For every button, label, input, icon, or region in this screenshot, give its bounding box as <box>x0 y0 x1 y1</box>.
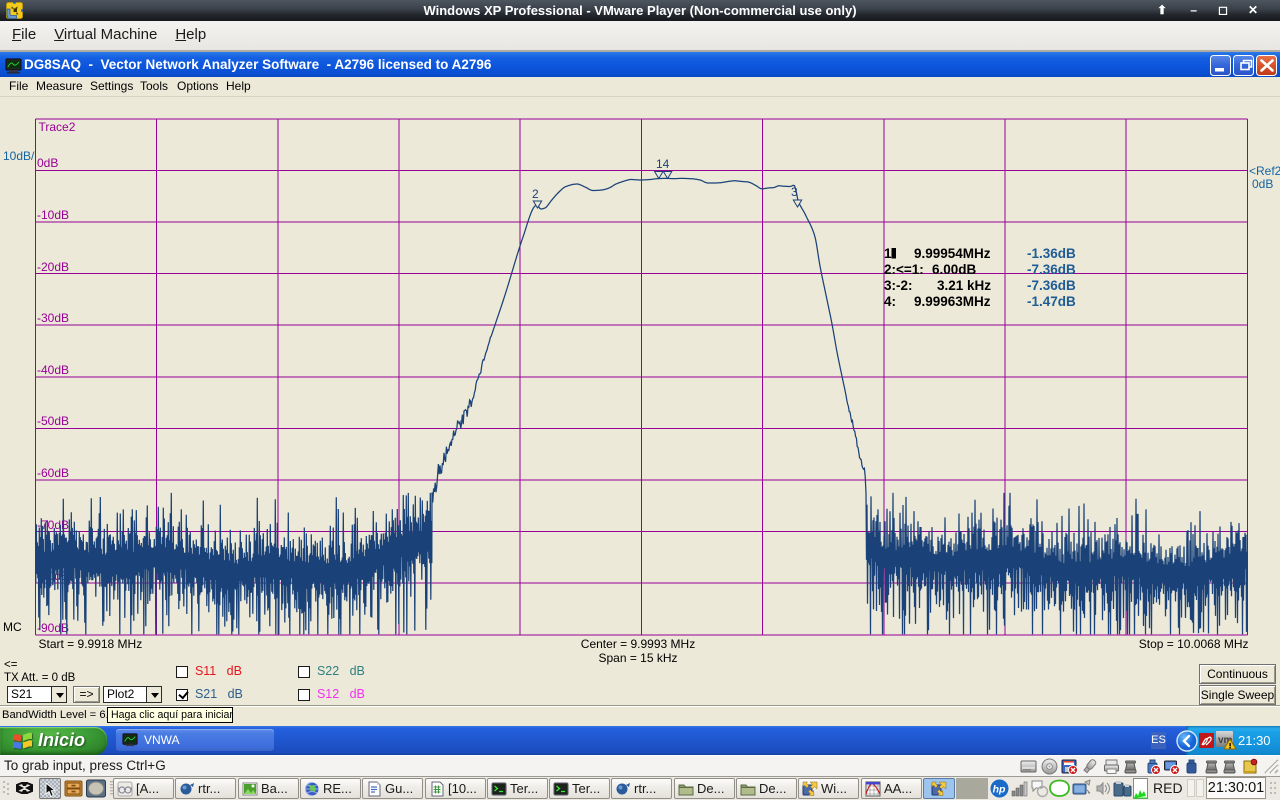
svg-text:9.99954MHz: 9.99954MHz <box>914 246 991 261</box>
svg-text:Span = 15 kHz: Span = 15 kHz <box>598 651 677 665</box>
svg-text:9.99963MHz: 9.99963MHz <box>914 294 991 309</box>
svg-text:Stop = 10.0068 MHz: Stop = 10.0068 MHz <box>1139 637 1249 651</box>
svg-text:2: 2 <box>532 187 539 201</box>
svg-text:-20dB: -20dB <box>37 260 69 274</box>
svg-text:14: 14 <box>656 157 670 171</box>
svg-text:-7.36dB: -7.36dB <box>1027 262 1076 277</box>
svg-text:1: 1 <box>884 246 892 261</box>
svg-text:-60dB: -60dB <box>37 466 69 480</box>
svg-text:-1.36dB: -1.36dB <box>1027 246 1076 261</box>
svg-text:3:-2:: 3:-2: <box>884 278 913 293</box>
svg-text:-7.36dB: -7.36dB <box>1027 278 1076 293</box>
svg-text:6.00dB: 6.00dB <box>932 262 977 277</box>
svg-text:2:<=1:: 2:<=1: <box>884 262 924 277</box>
svg-text:-10dB: -10dB <box>37 208 69 222</box>
svg-text:-90dB: -90dB <box>37 621 69 635</box>
svg-text:Center = 9.9993 MHz: Center = 9.9993 MHz <box>581 637 695 651</box>
svg-text:<Ref2: <Ref2 <box>1249 164 1280 178</box>
svg-text:Trace2: Trace2 <box>39 120 76 134</box>
svg-text:-40dB: -40dB <box>37 363 69 377</box>
svg-text:4:: 4: <box>884 294 896 309</box>
svg-text:0dB: 0dB <box>37 156 58 170</box>
svg-text:-50dB: -50dB <box>37 414 69 428</box>
svg-text:10dB/: 10dB/ <box>3 149 35 163</box>
svg-text:3.21 kHz: 3.21 kHz <box>937 278 991 293</box>
svg-text:0dB: 0dB <box>1252 177 1273 191</box>
svg-text:-1.47dB: -1.47dB <box>1027 294 1076 309</box>
svg-text:hp: hp <box>993 784 1006 796</box>
svg-text:3: 3 <box>791 185 798 199</box>
svg-text:-30dB: -30dB <box>37 311 69 325</box>
svg-text:MC: MC <box>3 620 22 634</box>
svg-text:Start = 9.9918 MHz: Start = 9.9918 MHz <box>39 637 143 651</box>
